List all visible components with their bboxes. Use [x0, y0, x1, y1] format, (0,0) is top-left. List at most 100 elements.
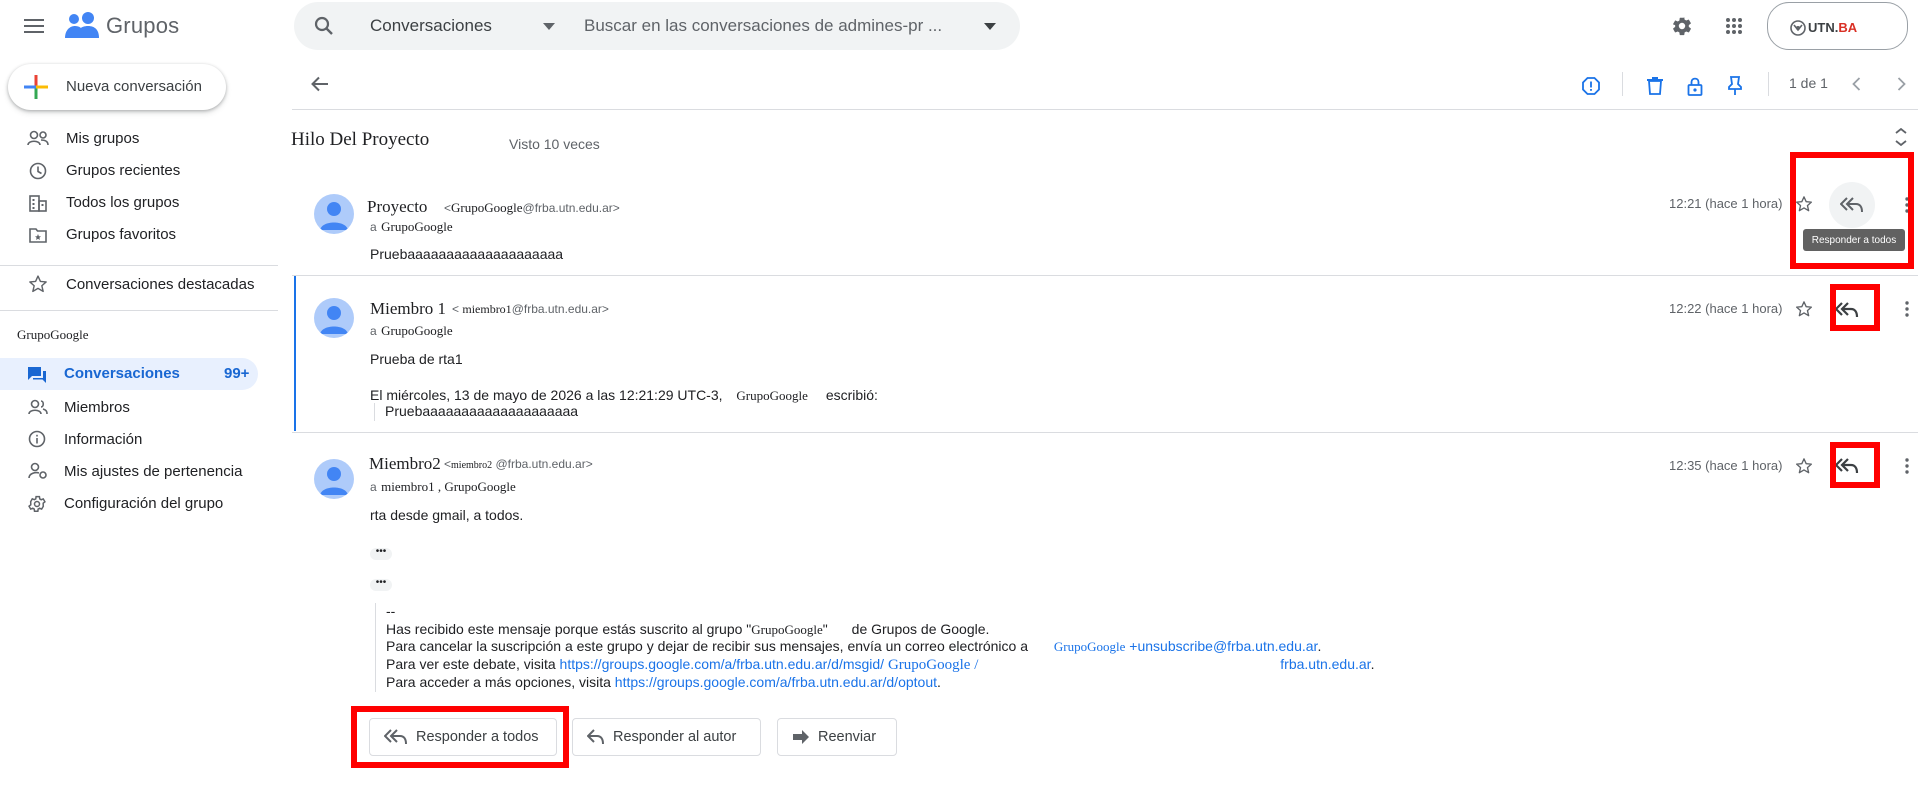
show-trimmed-content-button[interactable]: •••: [370, 547, 392, 560]
footer-line-3-text: Para ver este debate, visita: [386, 655, 556, 672]
settings-gear-icon[interactable]: [1668, 12, 1696, 40]
previous-chevron-left-icon[interactable]: [1845, 73, 1867, 95]
sidebar-item-favorite-groups[interactable]: Grupos favoritos: [0, 222, 270, 248]
to-prefix: a: [370, 324, 377, 338]
new-conversation-button[interactable]: Nueva conversación: [8, 64, 226, 110]
footer-line-1-quote: ": [822, 620, 828, 637]
recipients: a GrupoGoogle: [370, 218, 453, 236]
unsubscribe-link[interactable]: +unsubscribe@frba.utn.edu.ar: [1129, 638, 1317, 654]
forward-button[interactable]: Reenviar: [777, 718, 897, 756]
sidebar-item-label: Miembros: [64, 399, 130, 416]
quote-header-date: El miércoles, 13 de mayo de 2026 a las 1…: [370, 387, 723, 403]
highlight-box: [1830, 442, 1880, 488]
main-menu-icon[interactable]: [20, 12, 48, 40]
star-message-icon[interactable]: [1792, 297, 1816, 321]
to-prefix: a: [370, 480, 377, 494]
recipient-list: GrupoGoogle: [381, 323, 453, 338]
recipients: a GrupoGoogle: [370, 322, 453, 340]
group-footer: -- Has recibido este mensaje porque está…: [375, 603, 1495, 692]
msgid-group-link[interactable]: GrupoGoogle /: [888, 657, 978, 673]
back-arrow-icon[interactable]: [306, 70, 334, 98]
search-input[interactable]: Buscar en las conversaciones de admines-…: [584, 16, 944, 36]
highlight-box: [351, 706, 569, 768]
reply-author-label: Responder al autor: [613, 729, 737, 745]
avatar[interactable]: [314, 459, 354, 499]
footer-line-1: Has recibido este mensaje porque estás s…: [386, 621, 1495, 639]
more-options-icon[interactable]: [1899, 298, 1915, 320]
sender-name[interactable]: Miembro2: [369, 454, 441, 474]
toolbar-bottom-divider: [292, 109, 1918, 110]
utn-logo-icon: [1790, 20, 1806, 36]
sender-name[interactable]: Miembro 1: [370, 299, 446, 319]
msgid-link[interactable]: https://groups.google.com/a/frba.utn.edu…: [560, 656, 885, 672]
search-options-chevron-down-icon[interactable]: [984, 23, 996, 30]
message-body: Prueba de rta1: [370, 351, 463, 367]
sidebar-item-info[interactable]: Información: [0, 426, 270, 452]
next-chevron-right-icon[interactable]: [1890, 73, 1912, 95]
collapse-all-icon[interactable]: [1890, 126, 1912, 148]
quoted-text: Pruebaaaaaaaaaaaaaaaaaaaa: [374, 403, 578, 421]
sidebar-item-all-groups[interactable]: Todos los grupos: [0, 190, 270, 216]
scope-chevron-down-icon[interactable]: [543, 23, 555, 30]
highlight-box: [1790, 152, 1914, 269]
sidebar-item-label: Todos los grupos: [66, 194, 180, 211]
sidebar-item-group-settings[interactable]: Configuración del grupo: [0, 490, 270, 516]
account-label: UTN.BA: [1808, 20, 1857, 35]
clock-icon: [29, 162, 47, 180]
lock-icon[interactable]: [1682, 73, 1708, 99]
email-open-bracket: <: [444, 201, 452, 215]
avatar[interactable]: [314, 298, 354, 338]
recipients: a miembro1 , GrupoGoogle: [370, 478, 516, 496]
pin-icon[interactable]: [1722, 73, 1748, 99]
search-icon[interactable]: [312, 14, 336, 38]
show-trimmed-content-button[interactable]: •••: [370, 578, 392, 591]
sender-name[interactable]: Proyecto: [367, 197, 427, 217]
reply-author-button[interactable]: Responder al autor: [572, 718, 761, 756]
sidebar-item-members[interactable]: Miembros: [0, 394, 270, 420]
sidebar-item-label: Conversaciones destacadas: [66, 276, 255, 293]
star-message-icon[interactable]: [1792, 454, 1816, 478]
footer-line-3: Para ver este debate, visita https://gro…: [386, 656, 1495, 675]
sidebar-item-recent-groups[interactable]: Grupos recientes: [0, 158, 270, 184]
sidebar-item-my-groups[interactable]: Mis grupos: [0, 126, 270, 152]
recipient-list: GrupoGoogle: [381, 219, 453, 234]
sender-email: <GrupoGoogle@frba.utn.edu.ar>: [444, 200, 620, 216]
delete-trash-icon[interactable]: [1642, 73, 1668, 99]
thread-title: Hilo Del Proyecto: [291, 129, 430, 150]
search-scope-select[interactable]: Conversaciones: [370, 16, 492, 36]
unsubscribe-group-link[interactable]: GrupoGoogle: [1054, 639, 1126, 654]
message-3: Miembro2 <miembro2 @frba.utn.edu.ar> a m…: [292, 433, 1918, 693]
star-icon: [28, 274, 48, 294]
msgid-domain-link[interactable]: frba.utn.edu.ar: [1280, 656, 1370, 672]
footer-line-1-text: Has recibido este mensaje porque estás s…: [386, 620, 752, 637]
conversations-count-badge: 99+: [224, 365, 250, 382]
apps-grid-icon[interactable]: [1720, 12, 1748, 40]
forward-label: Reenviar: [818, 729, 877, 745]
optout-link[interactable]: https://groups.google.com/a/frba.utn.edu…: [615, 674, 937, 690]
email-user: GrupoGoogle: [451, 200, 523, 215]
sidebar-item-membership-settings[interactable]: Mis ajustes de pertenencia: [0, 458, 270, 484]
footer-line-1-end: de Grupos de Google.: [851, 620, 990, 637]
footer-line-2-text: Para cancelar la suscripción a este grup…: [386, 638, 1028, 654]
account-label-utn: UTN.: [1808, 20, 1839, 35]
sidebar-item-conversations[interactable]: Conversaciones 99+: [0, 358, 258, 390]
sidebar-item-label: Configuración del grupo: [64, 495, 224, 512]
avatar[interactable]: [314, 194, 354, 234]
email-open-bracket: <: [444, 457, 452, 471]
person-settings-icon: [28, 462, 48, 480]
more-options-icon[interactable]: [1899, 455, 1915, 477]
account-button[interactable]: UTN.BA: [1767, 2, 1908, 50]
footer-group-name: GrupoGoogle: [751, 621, 823, 637]
sidebar-item-starred-conversations[interactable]: Conversaciones destacadas: [0, 271, 270, 297]
email-domain: @frba.utn.edu.ar>: [522, 201, 620, 215]
plus-icon: [24, 75, 48, 99]
pagination-label: 1 de 1: [1789, 75, 1828, 91]
search-bar[interactable]: Conversaciones Buscar en las conversacio…: [294, 2, 1020, 50]
app-name[interactable]: Grupos: [106, 13, 179, 39]
view-count: Visto 10 veces: [509, 136, 600, 152]
sidebar-item-label: Mis grupos: [66, 130, 140, 147]
email-user: miembro2: [451, 460, 493, 471]
recipient-list: miembro1 , GrupoGoogle: [381, 479, 516, 494]
report-icon[interactable]: [1578, 73, 1604, 99]
highlight-box: [1830, 284, 1880, 331]
